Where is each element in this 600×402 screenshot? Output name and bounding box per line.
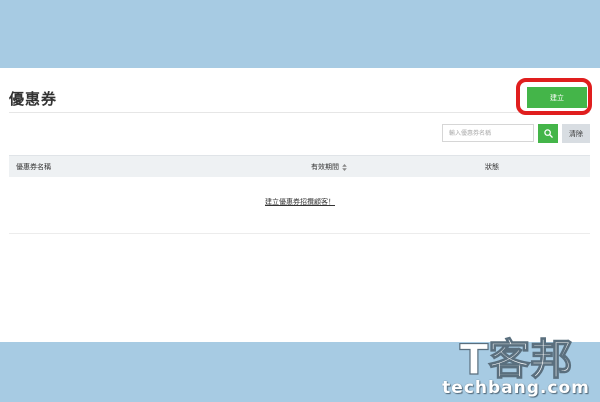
top-background (0, 0, 600, 68)
bottom-background (0, 342, 600, 402)
column-header-coupon-name: 優惠券名稱 (16, 163, 51, 171)
search-button[interactable] (538, 124, 558, 143)
create-button[interactable]: 建立 (527, 87, 587, 108)
column-header-validity-period[interactable]: 有效期間 (311, 162, 347, 172)
search-icon (543, 129, 553, 138)
clear-button[interactable]: 清除 (562, 124, 590, 143)
sort-icon[interactable] (342, 163, 347, 171)
table-header: 優惠券名稱 有效期間 狀態 (9, 155, 590, 177)
column-header-status: 狀態 (485, 163, 499, 171)
table-divider (9, 233, 590, 234)
search-input[interactable] (442, 124, 534, 142)
column-header-label: 有效期間 (311, 163, 339, 171)
create-coupon-link[interactable]: 建立優惠券招攬顧客！ (0, 197, 600, 207)
title-divider (9, 112, 590, 113)
page-title: 優惠券 (9, 90, 58, 108)
